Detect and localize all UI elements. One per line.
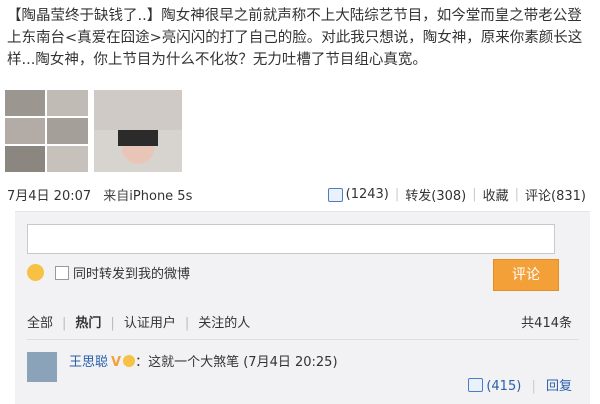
post-actions: (1243) | 转发(308) | 收藏 | 评论(831)	[327, 185, 586, 204]
like-icon[interactable]	[468, 378, 484, 392]
reply-button[interactable]: 回复	[546, 379, 572, 394]
post-text-line-3: 样...陶女神，你上节目为什么不化妆？无力吐槽了节目组心真宽。	[7, 52, 427, 68]
divider: |	[531, 379, 536, 394]
post-text-line-1: 【陶晶莹终于缺钱了..】陶女神很早之前就声称不上大陆综艺节目，如今堂而皇之带老公…	[7, 8, 582, 24]
comment-tabs: 全部 | 热门 | 认证用户 | 关注的人	[27, 312, 250, 331]
avatar[interactable]	[27, 352, 57, 382]
divider: |	[472, 187, 477, 202]
comment-section: 同时转发到我的微博 评论 全部 | 热门 | 认证用户 | 关注的人 共414条 王思聪 V ：…	[15, 211, 590, 404]
submit-comment-button[interactable]: 评论	[493, 259, 559, 291]
divider: |	[184, 316, 190, 331]
divider: |	[394, 187, 400, 202]
verified-badge-icon: V	[111, 355, 122, 370]
post-source[interactable]: iPhone 5s	[129, 189, 192, 204]
comment-time: (7月4日 20:25)	[243, 355, 338, 370]
comment-actions: (415) | 回复	[468, 375, 572, 394]
favorite-button[interactable]: 收藏	[483, 185, 509, 204]
photo-thumbnail[interactable]	[94, 90, 182, 172]
post-source-prefix: 来自	[103, 189, 130, 204]
comment-button[interactable]: 评论(831)	[525, 185, 586, 204]
divider: |	[62, 316, 67, 331]
post-meta: 7月4日 20:07 来自iPhone 5s	[7, 185, 192, 204]
photo-placeholder-icon	[94, 90, 182, 164]
vip-icon	[123, 355, 136, 367]
image-collage[interactable]	[5, 90, 88, 172]
like-button[interactable]: (1243)	[346, 187, 389, 202]
divider: |	[110, 316, 115, 331]
repost-checkbox[interactable]	[55, 266, 69, 280]
like-icon[interactable]	[327, 187, 343, 202]
post-content: 【陶晶莹终于缺钱了..】陶女神很早之前就声称不上大陆综艺节目，如今堂而皇之带老公…	[7, 5, 591, 71]
tab-verified[interactable]: 认证用户	[124, 316, 176, 331]
comment-count: 共414条	[521, 316, 572, 331]
section-divider	[27, 339, 579, 340]
comment-text: ：这就一个大煞笔	[135, 355, 240, 370]
repost-button[interactable]: 转发(308)	[405, 185, 466, 204]
tab-following[interactable]: 关注的人	[198, 316, 250, 331]
post-text-line-2: 上东南台<真爱在囧途>亮闪闪的打了自己的脸。对此我只想说，陶女神，原来你素颜长这	[7, 30, 583, 46]
post-date[interactable]: 7月4日 20:07	[7, 189, 91, 204]
comment-username[interactable]: 王思聪	[69, 355, 108, 370]
comment-like-button[interactable]: (415)	[486, 379, 521, 394]
comment-line: 王思聪 V ：这就一个大煞笔 (7月4日 20:25)	[69, 351, 338, 370]
divider: |	[514, 187, 520, 202]
repost-label: 同时转发到我的微博	[73, 267, 191, 282]
tab-hot[interactable]: 热门	[75, 316, 101, 331]
tab-all[interactable]: 全部	[27, 316, 53, 331]
comment-input[interactable]	[27, 224, 555, 254]
emoji-icon[interactable]	[27, 264, 44, 281]
